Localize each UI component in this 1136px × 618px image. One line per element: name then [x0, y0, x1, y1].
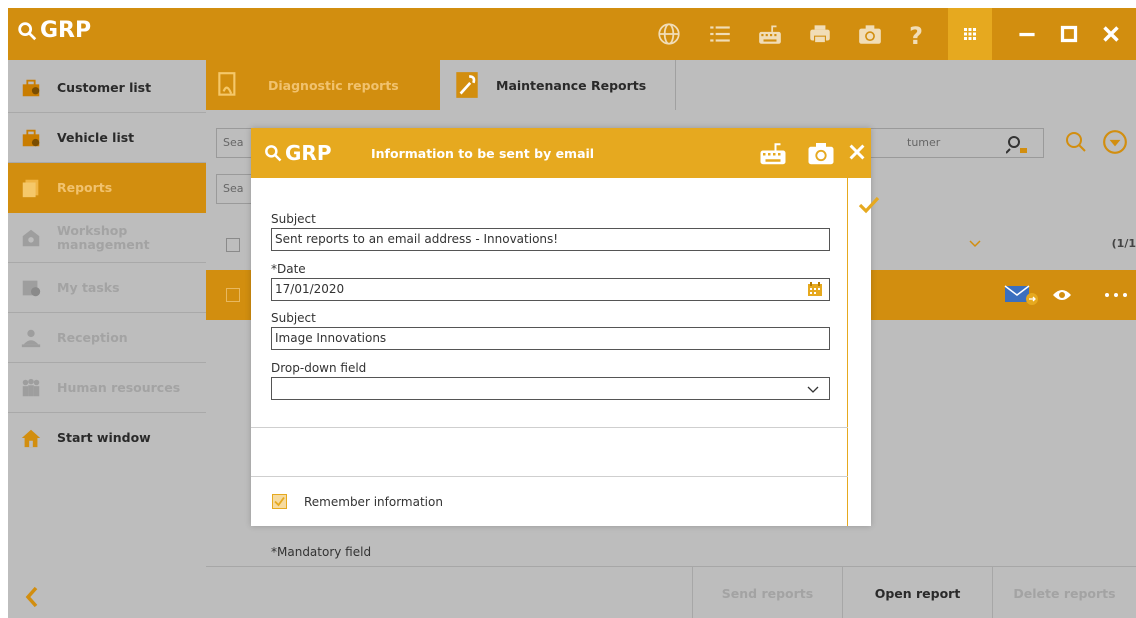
sidebar-item-label: Start window [57, 430, 151, 445]
sidebar-item-vehicle-list[interactable]: Vehicle list [8, 113, 206, 163]
sidebar-item-label: My tasks [57, 280, 120, 295]
human-resources-icon [22, 378, 40, 397]
sidebar-item-reports[interactable]: Reports [8, 163, 206, 213]
dialog-logo-text: GRP [285, 141, 332, 165]
tab-maintenance-reports[interactable]: Maintenance Reports [440, 60, 676, 110]
globe-icon[interactable] [654, 20, 684, 48]
dialog-side-panel [848, 178, 871, 526]
maximize-icon[interactable] [1054, 20, 1084, 48]
send-reports-button[interactable]: Send reports [692, 567, 842, 618]
dropdown-select[interactable] [271, 377, 830, 400]
advanced-filter-icon[interactable] [1102, 129, 1128, 155]
sidebar: Customer list Vehicle list Reports Works… [8, 60, 206, 618]
camera-icon[interactable] [806, 138, 836, 168]
eye-icon[interactable] [1052, 287, 1072, 303]
send-email-icon[interactable] [1004, 284, 1040, 306]
sidebar-item-start-window[interactable]: Start window [8, 413, 206, 463]
search-icon[interactable] [1064, 130, 1088, 154]
collapse-sidebar-icon[interactable] [22, 582, 42, 612]
subject-label: Subject [271, 212, 316, 226]
date-label: *Date [271, 262, 306, 276]
bottom-action-bar: Send reports Open report Delete reports [206, 566, 1136, 618]
sidebar-item-human-resources[interactable]: Human resources [8, 363, 206, 413]
sidebar-item-label: Reception [57, 330, 128, 345]
open-report-button[interactable]: Open report [842, 567, 992, 618]
pager-text: (1/1 [1111, 237, 1136, 250]
app-title: GRP [40, 18, 92, 43]
customer-icon [22, 79, 40, 97]
mandatory-note: *Mandatory field [271, 545, 372, 559]
sidebar-item-workshop-management[interactable]: Workshop management [8, 213, 206, 263]
subject2-label: Subject [271, 311, 316, 325]
sidebar-item-label: Reports [57, 180, 113, 195]
diagnostic-icon [218, 72, 236, 96]
app-logo: GRP [16, 18, 91, 43]
dialog-title: Information to be sent by email [371, 146, 595, 161]
svg-text:?: ? [909, 22, 923, 47]
tab-diagnostic-reports[interactable]: Diagnostic reports [206, 60, 440, 110]
dialog-body: Subject Sent reports to an email address… [251, 178, 848, 559]
chevron-down-icon[interactable] [968, 238, 982, 250]
minimize-icon[interactable] [1012, 20, 1042, 48]
sidebar-item-label: Customer list [57, 80, 152, 95]
help-icon[interactable]: ? [901, 20, 931, 48]
workshop-icon [22, 229, 40, 247]
chevron-down-icon [807, 386, 819, 393]
dialog-logo: GRP [263, 141, 331, 165]
tab-label: Diagnostic reports [268, 77, 399, 93]
tasks-icon [22, 280, 41, 297]
wrench-icon [456, 72, 478, 98]
keyboard-icon[interactable] [755, 20, 785, 48]
sidebar-item-customer-list[interactable]: Customer list [8, 63, 206, 113]
dropdown-label: Drop-down field [271, 361, 367, 375]
customer-search-icon[interactable] [1006, 134, 1028, 154]
sidebar-item-reception[interactable]: Reception [8, 313, 206, 363]
vehicle-icon [22, 129, 40, 147]
email-info-dialog: GRP Information to be sent by email Subj… [251, 128, 880, 559]
more-options-icon[interactable] [1104, 292, 1132, 298]
list-icon[interactable] [705, 20, 735, 48]
sidebar-item-label: Human resources [57, 380, 181, 395]
close-icon[interactable] [1096, 20, 1126, 48]
calendar-icon[interactable] [807, 281, 823, 297]
reports-icon [22, 179, 39, 198]
confirm-check-icon[interactable] [856, 192, 882, 218]
close-dialog-icon[interactable] [846, 141, 868, 163]
sidebar-item-label: Workshop management [57, 223, 150, 252]
logo-search-icon [265, 145, 282, 162]
sidebar-item-my-tasks[interactable]: My tasks [8, 263, 206, 313]
title-bar: GRP ? [8, 8, 1136, 60]
apps-grid-icon[interactable] [948, 8, 992, 60]
logo-search-icon [18, 21, 37, 40]
row-checkbox[interactable] [226, 288, 240, 302]
sidebar-item-label: Vehicle list [57, 130, 135, 145]
subject2-field[interactable]: Image Innovations [271, 327, 830, 350]
subject-field[interactable]: Sent reports to an email address - Innov… [271, 228, 830, 251]
keyboard-icon[interactable] [758, 138, 788, 168]
date-field[interactable]: 17/01/2020 [271, 278, 830, 301]
printer-icon[interactable] [805, 20, 835, 48]
delete-reports-button[interactable]: Delete reports [992, 567, 1136, 618]
home-icon [21, 429, 41, 448]
date-value: 17/01/2020 [275, 282, 345, 296]
remember-checkbox[interactable] [272, 494, 287, 509]
reception-icon [21, 329, 41, 348]
camera-icon[interactable] [855, 20, 885, 48]
remember-label: Remember information [304, 495, 443, 509]
select-all-checkbox[interactable] [226, 238, 240, 252]
dialog-header: GRP Information to be sent by email [251, 128, 871, 178]
tab-label: Maintenance Reports [496, 77, 647, 93]
